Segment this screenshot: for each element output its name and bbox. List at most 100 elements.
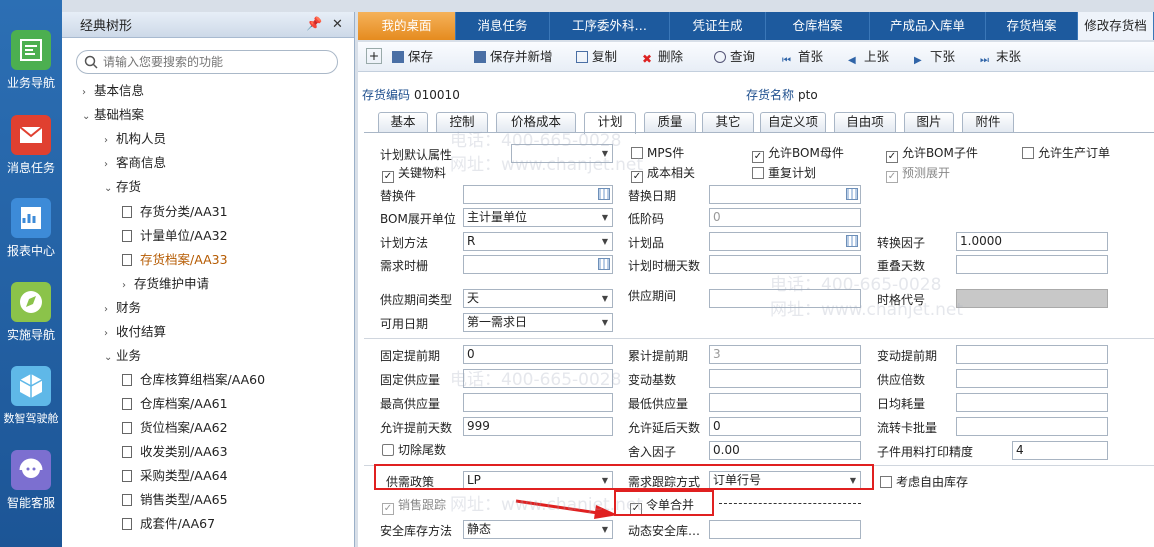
tree-node-aa31[interactable]: 存货分类/AA31 (122, 202, 228, 222)
cum-lead-input[interactable]: 3 (709, 345, 861, 364)
plan-method-select[interactable]: R (463, 232, 613, 251)
subtab-quality[interactable]: 质量 (644, 112, 696, 132)
copy-button[interactable]: 复制 (576, 48, 617, 66)
nav-implementation[interactable]: 实施导航 (0, 282, 62, 343)
tab-outsourcing[interactable]: 工序委外科… (550, 12, 670, 40)
subtab-basic[interactable]: 基本 (378, 112, 428, 132)
allow-prod-order-checkbox[interactable]: 允许生产订单 (1022, 144, 1110, 161)
tree-node-finance[interactable]: › 财务 (104, 298, 141, 318)
save-new-button[interactable]: 保存并新增 (474, 48, 553, 66)
tree-node-aa33[interactable]: 存货档案/AA33 (122, 250, 228, 270)
tab-inventory[interactable]: 存货档案 (986, 12, 1078, 40)
tree-node-business[interactable]: ⌄ 业务 (104, 346, 141, 366)
tab-voucher[interactable]: 凭证生成 (670, 12, 766, 40)
consider-free-stock-checkbox[interactable]: 考虑自由库存 (880, 473, 968, 490)
nav-business[interactable]: 业务导航 (0, 30, 62, 91)
tab-product-receipt[interactable]: 产成品入库单 (870, 12, 986, 40)
rounding-input[interactable]: 0.00 (709, 441, 861, 460)
tab-desktop[interactable]: 我的桌面 (358, 12, 456, 40)
nav-report[interactable]: 报表中心 (0, 198, 62, 259)
query-button[interactable]: 查询 (714, 48, 755, 66)
search-icon (84, 55, 98, 69)
key-material-checkbox[interactable]: ✓ 关键物料 (382, 164, 446, 183)
dynamic-safety-input[interactable] (709, 520, 861, 539)
supply-multiple-input[interactable] (956, 369, 1108, 388)
fixed-lead-input[interactable]: 0 (463, 345, 613, 364)
nav-dashboard[interactable]: 数智驾驶舱 (0, 366, 62, 426)
bom-unit-select[interactable]: 主计量单位 (463, 208, 613, 227)
tree-node-settlement[interactable]: › 收付结算 (104, 322, 166, 342)
subtab-control[interactable]: 控制 (436, 112, 488, 132)
tree-node-aa64[interactable]: 采购类型/AA64 (122, 466, 228, 486)
child-print-precision-input[interactable]: 4 (1012, 441, 1108, 460)
sales-track-checkbox[interactable]: ✓ 销售跟踪 (382, 496, 446, 515)
subtab-other[interactable]: 其它 (702, 112, 754, 132)
allow-bom-parent-checkbox[interactable]: ✓ 允许BOM母件 (752, 144, 844, 163)
tree-node-aa60[interactable]: 仓库核算组档案/AA60 (122, 370, 265, 390)
repeat-plan-checkbox[interactable]: 重复计划 (752, 164, 816, 181)
last-button[interactable]: ⏭ 末张 (980, 48, 1021, 66)
time-bucket-code-input[interactable] (956, 289, 1108, 308)
overlap-days-input[interactable] (956, 255, 1108, 274)
plan-default-attr-select[interactable] (511, 144, 613, 163)
subtab-free[interactable]: 自由项 (834, 112, 896, 132)
substitute-date-input[interactable] (709, 185, 861, 204)
tree-node-merchant[interactable]: › 客商信息 (104, 153, 166, 173)
substitute-input[interactable] (463, 185, 613, 204)
nav-message[interactable]: 消息任务 (0, 115, 62, 176)
subtab-image[interactable]: 图片 (904, 112, 954, 132)
var-base-input[interactable] (709, 369, 861, 388)
subtab-attachment[interactable]: 附件 (962, 112, 1014, 132)
tree-search-input[interactable] (103, 54, 323, 70)
tree-node-basic-info[interactable]: › 基本信息 (82, 81, 144, 101)
tree-node-basic-archive[interactable]: ⌄ 基础档案 (82, 105, 144, 125)
tree-node-aa63[interactable]: 收发类别/AA63 (122, 442, 228, 462)
next-button[interactable]: ▶ 下张 (914, 48, 955, 66)
min-supply-input[interactable] (709, 393, 861, 412)
cut-tail-checkbox[interactable]: 切除尾数 (382, 441, 446, 458)
nav-service[interactable]: 智能客服 (0, 450, 62, 511)
subtab-plan[interactable]: 计划 (584, 112, 636, 134)
save-button[interactable]: 保存 (392, 48, 433, 66)
max-supply-input[interactable] (463, 393, 613, 412)
tree-node-aa67[interactable]: 成套件/AA67 (122, 514, 215, 534)
demand-fence-input[interactable] (463, 255, 613, 274)
supply-period-input[interactable] (709, 289, 861, 308)
plan-item-input[interactable] (709, 232, 861, 251)
subtab-price-cost[interactable]: 价格成本 (496, 112, 576, 132)
tab-warehouse[interactable]: 仓库档案 (766, 12, 870, 40)
transfer-batch-input[interactable] (956, 417, 1108, 436)
tree-node-inventory[interactable]: ⌄ 存货 (104, 177, 141, 197)
cost-related-checkbox[interactable]: ✓ 成本相关 (631, 164, 695, 183)
delete-button[interactable]: ✖ 删除 (642, 48, 683, 66)
allow-bom-child-checkbox[interactable]: ✓ 允许BOM子件 (886, 144, 978, 163)
pin-icon[interactable]: 📌 (306, 17, 322, 32)
tab-message[interactable]: 消息任务 (456, 12, 550, 40)
fixed-supply-input[interactable] (463, 369, 613, 388)
tree-node-aa61[interactable]: 仓库档案/AA61 (122, 394, 228, 414)
close-icon[interactable]: ✕ (332, 17, 343, 32)
daily-consumption-input[interactable] (956, 393, 1108, 412)
first-button[interactable]: ⏮ 首张 (782, 48, 823, 66)
checkbox-box: ✓ (752, 151, 764, 163)
tab-edit-inventory[interactable]: 修改存货档 (1078, 12, 1154, 40)
subtab-custom[interactable]: 自定义项 (760, 112, 826, 132)
forecast-expand-checkbox[interactable]: ✓ 预测展开 (886, 164, 950, 183)
safety-method-select[interactable]: 静态 (463, 520, 613, 539)
low-level-code-input[interactable]: 0 (709, 208, 861, 227)
conv-factor-input[interactable]: 1.0000 (956, 232, 1108, 251)
allow-late-days-input[interactable]: 0 (709, 417, 861, 436)
tree-node-aa32[interactable]: 计量单位/AA32 (122, 226, 228, 246)
add-icon[interactable]: + (366, 48, 382, 64)
plan-fence-days-input[interactable] (709, 255, 861, 274)
allow-early-days-input[interactable]: 999 (463, 417, 613, 436)
prev-button[interactable]: ◀ 上张 (848, 48, 889, 66)
mps-checkbox[interactable]: MPS件 (631, 144, 684, 161)
var-lead-input[interactable] (956, 345, 1108, 364)
tree-node-aa65[interactable]: 销售类型/AA65 (122, 490, 228, 510)
tree-node-aa62[interactable]: 货位档案/AA62 (122, 418, 228, 438)
available-date-select[interactable]: 第一需求日 (463, 313, 613, 332)
tree-node-org[interactable]: › 机构人员 (104, 129, 166, 149)
supply-period-type-select[interactable]: 天 (463, 289, 613, 308)
tree-node-inventory-request[interactable]: › 存货维护申请 (122, 274, 209, 294)
